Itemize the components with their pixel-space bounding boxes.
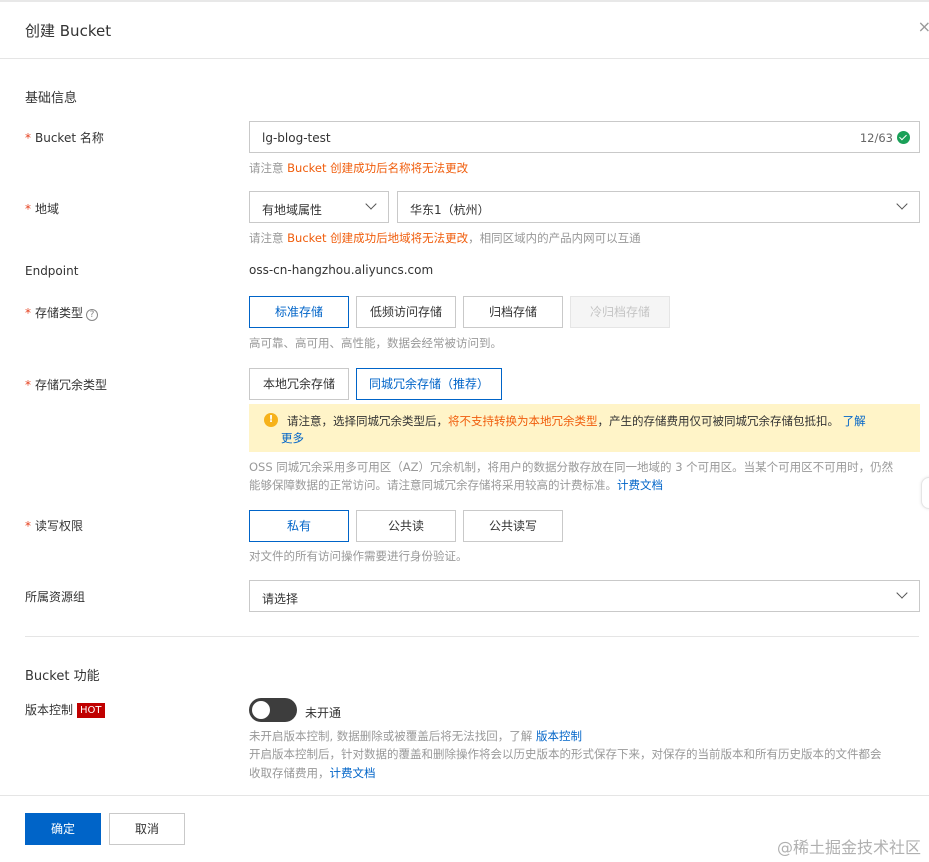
cancel-button[interactable]: 取消	[109, 813, 185, 845]
side-panel-handle[interactable]	[921, 477, 929, 509]
region-select[interactable]: 华东1（杭州）	[397, 191, 920, 223]
bucket-name-counter: 12/63	[859, 131, 893, 145]
versioning-label: 版本控制 HOT	[25, 701, 105, 718]
redundancy-warning: ! 请注意，选择同城冗余类型后，将不支持转换为本地冗余类型，产生的存储费用仅可被…	[249, 404, 920, 452]
section-title-basic: 基础信息	[25, 91, 78, 106]
bucket-name-input[interactable]: lg-blog-test 12/63	[249, 121, 920, 153]
toggle-knob	[252, 701, 270, 719]
region-attribute-value: 有地域属性	[262, 203, 323, 217]
dialog-title: 创建 Bucket	[25, 22, 112, 40]
acl-hint: 对文件的所有访问操作需要进行身份验证。	[249, 549, 468, 563]
bucket-name-hint: 请注意 Bucket 创建成功后名称将无法更改	[249, 161, 469, 175]
section-title-features: Bucket 功能	[25, 669, 100, 684]
storage-type-hint: 高可靠、高可用、高性能，数据会经常被访问到。	[249, 336, 502, 350]
hot-badge: HOT	[77, 703, 105, 718]
storage-cold-archive-button: 冷归档存储	[570, 296, 670, 328]
versioning-toggle[interactable]	[249, 698, 297, 722]
help-icon[interactable]: ?	[86, 309, 99, 321]
resource-group-select[interactable]: 请选择	[249, 580, 920, 612]
warning-line1: 请注意，选择同城冗余类型后，将不支持转换为本地冗余类型，产生的存储费用仅可被同城…	[287, 414, 866, 428]
dialog-header: 创建 Bucket ×	[0, 0, 929, 59]
versioning-billing-link[interactable]: 计费文档	[330, 766, 376, 780]
chevron-down-icon	[896, 587, 908, 599]
check-circle-icon	[897, 131, 910, 144]
acl-public-read-write-button[interactable]: 公共读写	[463, 510, 563, 542]
redundancy-lrs-button[interactable]: 本地冗余存储	[249, 368, 349, 400]
chevron-down-icon	[365, 198, 377, 210]
bucket-name-label: * Bucket 名称	[25, 131, 104, 145]
confirm-button[interactable]: 确定	[25, 813, 101, 845]
storage-standard-button[interactable]: 标准存储	[249, 296, 349, 328]
versioning-hint2: 开启版本控制后，针对数据的覆盖和删除操作将会以历史版本的形式保存下来，对保存的当…	[249, 747, 882, 761]
versioning-hint1: 未开启版本控制, 数据删除或被覆盖后将无法找回，了解 版本控制	[249, 729, 582, 743]
versioning-state: 未开通	[305, 706, 342, 720]
acl-label: * 读写权限	[25, 519, 84, 533]
region-label: * 地域	[25, 202, 60, 216]
endpoint-value: oss-cn-hangzhou.aliyuncs.com	[249, 263, 434, 277]
redundancy-desc-line1: OSS 同城冗余采用多可用区（AZ）冗余机制，将用户的数据分散存放在同一地域的 …	[249, 460, 894, 474]
redundancy-desc-line2: 能够保障数据的正常访问。请注意同城冗余存储将采用较高的计费标准。计费文档	[249, 478, 663, 492]
region-attribute-select[interactable]: 有地域属性	[249, 191, 389, 223]
storage-archive-button[interactable]: 归档存储	[463, 296, 563, 328]
billing-doc-link[interactable]: 计费文档	[617, 478, 663, 492]
bucket-name-value: lg-blog-test	[262, 131, 331, 145]
chevron-down-icon	[896, 198, 908, 210]
acl-private-button[interactable]: 私有	[249, 510, 349, 542]
redundancy-zrs-button[interactable]: 同城冗余存储（推荐）	[356, 368, 502, 400]
endpoint-label: Endpoint	[25, 264, 79, 278]
learn-more-link[interactable]: 了解	[843, 414, 866, 428]
learn-more-link-cont[interactable]: 更多	[281, 430, 304, 446]
close-icon[interactable]: ×	[918, 17, 929, 36]
region-value: 华东1（杭州）	[410, 203, 490, 217]
region-hint: 请注意 Bucket 创建成功后地域将无法更改，相同区域内的产品内网可以互通	[249, 231, 641, 245]
storage-ia-button[interactable]: 低频访问存储	[356, 296, 456, 328]
versioning-hint3: 收取存储费用，计费文档	[249, 766, 376, 780]
warning-icon: !	[264, 413, 278, 427]
section-divider	[25, 636, 919, 637]
resource-group-label: 所属资源组	[25, 590, 86, 604]
redundancy-label: * 存储冗余类型	[25, 378, 108, 392]
resource-group-placeholder: 请选择	[262, 592, 299, 606]
watermark: @稀土掘金技术社区	[776, 838, 921, 857]
versioning-doc-link[interactable]: 版本控制	[536, 729, 582, 743]
acl-public-read-button[interactable]: 公共读	[356, 510, 456, 542]
storage-type-label: * 存储类型?	[25, 304, 99, 321]
